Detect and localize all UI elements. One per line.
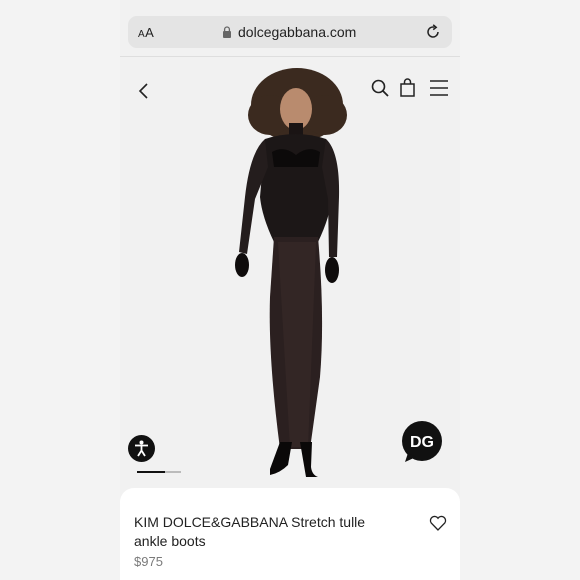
svg-text:DG: DG	[410, 434, 434, 451]
product-info-card: KIM DOLCE&GABBANA Stretch tulle ankle bo…	[120, 488, 460, 580]
text-size-button[interactable]: AA	[138, 25, 154, 40]
address-bar[interactable]: AA dolcegabbana.com	[128, 16, 452, 48]
wishlist-heart-icon[interactable]	[429, 514, 447, 532]
product-price: $975	[134, 554, 163, 569]
accessibility-button[interactable]	[128, 435, 155, 462]
reload-icon[interactable]	[424, 23, 442, 41]
url-field[interactable]: dolcegabbana.com	[154, 24, 424, 40]
gallery-pagination	[137, 471, 181, 473]
browser-viewport: AA dolcegabbana.com DG KIM DOLCE&GABBANA…	[120, 0, 460, 580]
text-size-large-label: A	[145, 24, 155, 40]
url-text: dolcegabbana.com	[238, 24, 357, 40]
dg-chat-logo[interactable]: DG	[400, 420, 444, 464]
accessibility-icon	[135, 440, 148, 457]
lock-icon	[223, 26, 232, 38]
gallery-indicator-active	[137, 471, 165, 473]
product-name: KIM DOLCE&GABBANA Stretch tulle ankle bo…	[134, 514, 366, 549]
